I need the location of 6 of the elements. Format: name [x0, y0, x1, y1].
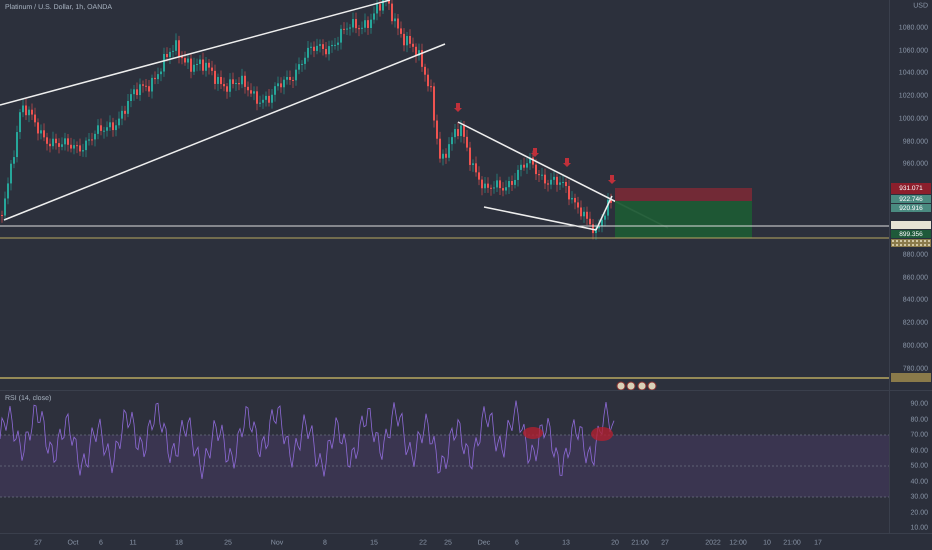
highlight-marker: [591, 427, 613, 441]
arrow-marker-icon: [454, 103, 462, 112]
highlight-marker: [523, 427, 543, 439]
arrow-marker-icon: [608, 175, 616, 184]
arrow-marker-icon: [531, 148, 539, 157]
arrow-marker-icon: [563, 158, 571, 167]
